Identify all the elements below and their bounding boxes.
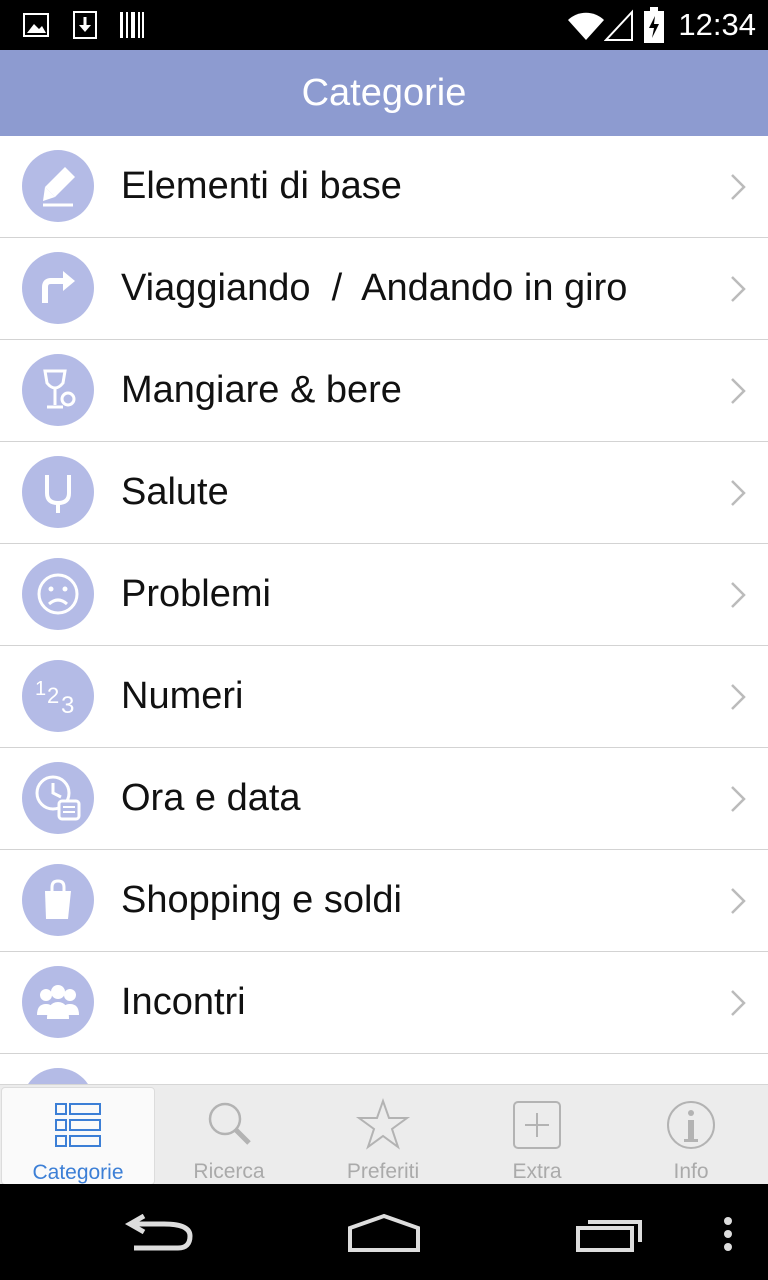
status-bar: 12:34 bbox=[0, 0, 768, 50]
navigation-bar bbox=[0, 1184, 768, 1280]
recent-apps-icon[interactable] bbox=[574, 1214, 646, 1254]
category-label: Numeri bbox=[121, 675, 244, 717]
info-icon bbox=[667, 1101, 715, 1149]
chevron-right-icon bbox=[731, 786, 746, 812]
bottom-tab-bar: Categorie Ricerca Preferiti Extra Info bbox=[0, 1084, 768, 1185]
barcode-icon bbox=[120, 12, 144, 38]
turn-arrow-icon bbox=[22, 252, 94, 324]
category-item-shopping[interactable]: Shopping e soldi bbox=[0, 850, 768, 952]
title-bar: Categorie bbox=[0, 50, 768, 136]
chevron-right-icon bbox=[731, 582, 746, 608]
star-icon bbox=[355, 1097, 411, 1150]
category-item-partial[interactable] bbox=[0, 1054, 768, 1084]
category-item-problemi[interactable]: Problemi bbox=[0, 544, 768, 646]
category-label: Ora e data bbox=[121, 777, 301, 819]
tab-label: Ricerca bbox=[193, 1160, 265, 1183]
category-label: Shopping e soldi bbox=[121, 879, 402, 921]
category-item-mangiare-bere[interactable]: Mangiare & bere bbox=[0, 340, 768, 442]
tab-label: Info bbox=[673, 1160, 709, 1183]
tab-label: Categorie bbox=[32, 1161, 124, 1184]
battery-icon bbox=[644, 7, 664, 43]
pencil-icon bbox=[22, 150, 94, 222]
tab-ricerca[interactable]: Ricerca bbox=[153, 1087, 305, 1183]
menu-dots-icon[interactable] bbox=[720, 1216, 736, 1256]
chevron-right-icon bbox=[731, 888, 746, 914]
download-icon bbox=[73, 11, 97, 39]
image-icon bbox=[23, 13, 49, 37]
chevron-right-icon bbox=[731, 990, 746, 1016]
wifi-icon bbox=[568, 12, 604, 41]
numbers-icon: 1 2 3 bbox=[22, 660, 94, 732]
chevron-right-icon bbox=[731, 480, 746, 506]
category-list: Elementi di base Viaggiando / Andando in… bbox=[0, 136, 768, 1084]
category-label: Mangiare & bere bbox=[121, 369, 402, 411]
status-time: 12:34 bbox=[678, 7, 756, 42]
shopping-bag-icon bbox=[22, 864, 94, 936]
sad-face-icon bbox=[22, 558, 94, 630]
list-icon bbox=[55, 1103, 101, 1147]
people-icon bbox=[22, 966, 94, 1038]
category-label: Salute bbox=[121, 471, 229, 513]
tab-extra[interactable]: Extra bbox=[461, 1087, 613, 1183]
chevron-right-icon bbox=[731, 276, 746, 302]
chevron-right-icon bbox=[731, 378, 746, 404]
glass-icon bbox=[22, 354, 94, 426]
category-item-elementi-di-base[interactable]: Elementi di base bbox=[0, 136, 768, 238]
stethoscope-icon bbox=[22, 456, 94, 528]
category-label: Problemi bbox=[121, 573, 271, 615]
clock-icon bbox=[22, 762, 94, 834]
back-icon[interactable] bbox=[124, 1214, 196, 1254]
home-icon[interactable] bbox=[346, 1212, 422, 1254]
tab-label: Extra bbox=[512, 1160, 562, 1183]
svg-text:1: 1 bbox=[35, 678, 46, 700]
tab-label: Preferiti bbox=[346, 1160, 420, 1183]
category-item-salute[interactable]: Salute bbox=[0, 442, 768, 544]
category-label: Elementi di base bbox=[121, 165, 402, 207]
page-title: Categorie bbox=[301, 71, 467, 114]
tab-preferiti[interactable]: Preferiti bbox=[307, 1087, 459, 1183]
category-item-viaggiando[interactable]: Viaggiando / Andando in giro bbox=[0, 238, 768, 340]
chevron-right-icon bbox=[731, 174, 746, 200]
svg-text:3: 3 bbox=[61, 692, 74, 719]
tab-info[interactable]: Info bbox=[615, 1087, 767, 1183]
category-label: Incontri bbox=[121, 981, 246, 1023]
chevron-right-icon bbox=[731, 684, 746, 710]
category-item-ora-e-data[interactable]: Ora e data bbox=[0, 748, 768, 850]
plus-box-icon bbox=[513, 1101, 561, 1149]
category-label: Viaggiando / Andando in giro bbox=[121, 267, 628, 309]
search-icon bbox=[208, 1102, 251, 1145]
category-icon bbox=[22, 1068, 94, 1084]
category-item-incontri[interactable]: Incontri bbox=[0, 952, 768, 1054]
svg-text:2: 2 bbox=[47, 683, 59, 708]
tab-categorie[interactable]: Categorie bbox=[1, 1087, 155, 1185]
signal-icon bbox=[604, 9, 633, 41]
category-item-numeri[interactable]: 1 2 3 Numeri bbox=[0, 646, 768, 748]
